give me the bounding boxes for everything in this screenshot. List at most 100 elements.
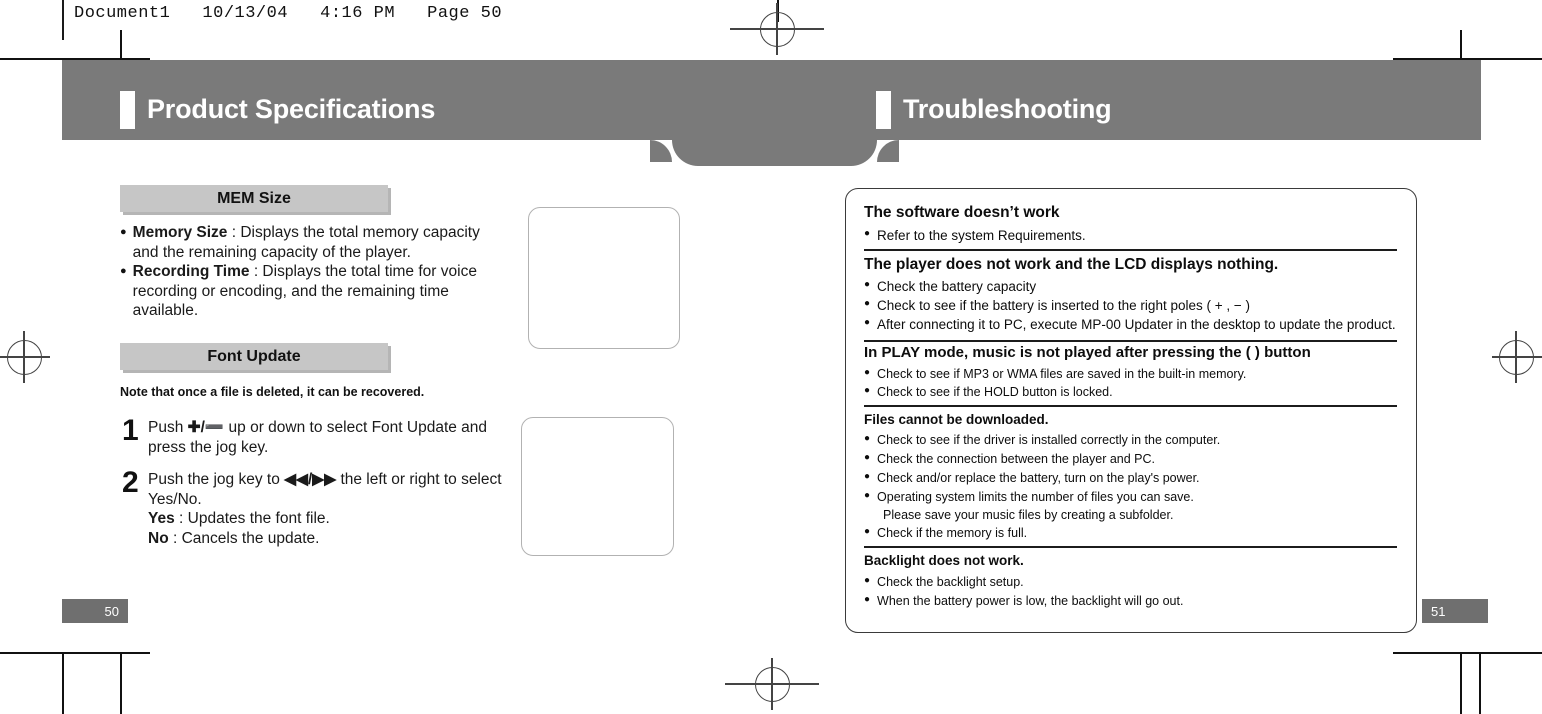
banner-fillet-right (877, 140, 899, 162)
section-header-mem-size: MEM Size (120, 185, 388, 212)
page-number-left: 50 (62, 599, 128, 623)
step-2-body: Push the jog key to ◀◀/▶▶ the left or ri… (148, 470, 506, 548)
ts-item-files-3: ● Operating system limits the number of … (864, 490, 1194, 504)
option-yes-label: Yes (148, 510, 175, 527)
left-title-accent-bar (120, 91, 135, 129)
ts-item-play-1: ● Check to see if the HOLD button is loc… (864, 385, 1113, 399)
ts-item-text: Refer to the system Requirements. (877, 228, 1086, 243)
step-2-option-no: No : Cancels the update. (148, 529, 506, 549)
ts-item-files-0: ● Check to see if the driver is installe… (864, 433, 1220, 447)
registration-mark-left (0, 331, 50, 383)
chapter-banner-tab (672, 140, 877, 166)
ts-item-player-1: ● Check to see if the battery is inserte… (864, 298, 1250, 313)
bullet-dot-icon: ● (864, 490, 871, 501)
ts-item-text: Check to see if the HOLD button is locke… (877, 385, 1113, 399)
bullet-dot-icon: ● (864, 594, 871, 605)
bullet-recording-time: ● Recording Time : Displays the total ti… (120, 262, 492, 321)
option-no-text: : Cancels the update. (168, 529, 320, 547)
ts-item-files-2: ● Check and/or replace the battery, turn… (864, 471, 1200, 485)
registration-mark-right (1492, 331, 1542, 383)
ts-item-text: Check to see if the driver is installed … (877, 433, 1221, 447)
right-page-title: Troubleshooting (903, 94, 1112, 124)
bullet-dot-icon: ● (120, 265, 127, 277)
step-1-number: 1 (122, 414, 139, 447)
ts-item-text: Check to see if the battery is inserted … (877, 298, 1250, 313)
bullet-dot-icon: ● (864, 228, 871, 239)
registration-mark-top (730, 3, 824, 55)
ts-heading-player-lcd: The player does not work and the LCD dis… (864, 256, 1279, 273)
ts-item-text: Check the battery capacity (877, 279, 1037, 294)
page-number-left-label: 50 (104, 603, 119, 619)
plus-minus-key-icon: ✚/➖ (187, 419, 225, 436)
proof-header-divider (62, 0, 64, 40)
section-header-font-update: Font Update (120, 343, 388, 370)
ts-item-files-4-continuation: Please save your music files by creating… (883, 508, 1173, 522)
ts-heading-software: The software doesn’t work (864, 204, 1060, 221)
ts-heading-files-download: Files cannot be downloaded. (864, 412, 1049, 427)
ts-item-play-0: ● Check to see if MP3 or WMA files are s… (864, 367, 1246, 381)
step-1-pre: Push (148, 419, 188, 436)
page-edge-bottom-left-v (62, 654, 64, 714)
ts-divider-2 (864, 340, 1397, 342)
ts-item-software-0: ● Refer to the system Requirements. (864, 228, 1086, 243)
bullet-dot-icon: ● (864, 385, 871, 396)
crop-mark-bottom-left-v (120, 654, 122, 714)
bullet-dot-icon: ● (864, 433, 871, 444)
step-2: 2 Push the jog key to ◀◀/▶▶ the left or … (122, 466, 506, 548)
bullet-memory-size: ● Memory Size : Displays the total memor… (120, 223, 492, 262)
bullet-dot-icon: ● (120, 226, 127, 238)
ts-item-text: Please save your music files by creating… (883, 508, 1174, 522)
step-1: 1 Push ✚/➖ up or down to select Font Upd… (122, 414, 502, 457)
mem-size-bullets: ● Memory Size : Displays the total memor… (120, 223, 492, 321)
bullet-dot-icon: ● (864, 367, 871, 378)
mem-size-screen-placeholder (528, 207, 680, 349)
ts-heading-backlight: Backlight does not work. (864, 553, 1024, 568)
bullet-recording-time-term: Recording Time (132, 263, 250, 280)
ts-item-text: Check the backlight setup. (877, 575, 1024, 589)
ts-item-files-5: ● Check if the memory is full. (864, 526, 1027, 540)
rewind-forward-key-icon: ◀◀/▶▶ (284, 471, 337, 488)
ts-item-player-0: ● Check the battery capacity (864, 279, 1036, 294)
ts-item-text: Operating system limits the number of fi… (877, 490, 1194, 504)
font-update-screen-placeholder (521, 417, 674, 556)
step-2-option-yes: Yes : Updates the font file. (148, 509, 506, 529)
ts-item-player-2: ● After connecting it to PC, execute MP-… (864, 317, 1396, 332)
crop-mark-top-right-v (1460, 30, 1462, 58)
section-header-font-update-label: Font Update (207, 347, 301, 365)
crop-mark-bottom-left-h (0, 652, 150, 654)
ts-divider-1 (864, 249, 1397, 251)
section-header-mem-size-label: MEM Size (217, 189, 291, 207)
crop-mark-top-left-v (120, 30, 122, 58)
ts-item-text: Check to see if MP3 or WMA files are sav… (877, 367, 1247, 381)
ts-item-backlight-1: ● When the battery power is low, the bac… (864, 594, 1183, 608)
page-edge-bottom-right-v (1479, 654, 1481, 714)
ts-divider-3 (864, 405, 1397, 407)
ts-divider-4 (864, 546, 1397, 548)
ts-heading-play-mode: In PLAY mode, music is not played after … (864, 344, 1311, 361)
font-update-note: Note that once a file is deleted, it can… (120, 385, 425, 399)
crop-mark-bottom-right-h (1393, 652, 1542, 654)
step-2-pre: Push the jog key to (148, 471, 285, 488)
bullet-memory-size-term: Memory Size (132, 224, 228, 241)
ts-item-backlight-0: ● Check the backlight setup. (864, 575, 1024, 589)
ts-item-text: Check if the memory is full. (877, 526, 1028, 540)
page-number-right: 51 (1422, 599, 1488, 623)
crop-mark-bottom-right-v (1460, 654, 1462, 714)
bullet-dot-icon: ● (864, 317, 871, 328)
option-no-label: No (148, 529, 169, 547)
bullet-dot-icon: ● (864, 526, 871, 537)
ts-item-text: Check and/or replace the battery, turn o… (877, 471, 1200, 485)
bullet-dot-icon: ● (864, 279, 871, 290)
ts-item-files-1: ● Check the connection between the playe… (864, 452, 1155, 466)
left-page-title: Product Specifications (147, 94, 436, 124)
banner-fillet-left (650, 140, 672, 162)
step-1-body: Push ✚/➖ up or down to select Font Updat… (148, 418, 502, 457)
bullet-dot-icon: ● (864, 452, 871, 463)
ts-item-text: When the battery power is low, the backl… (877, 594, 1184, 608)
bullet-dot-icon: ● (864, 471, 871, 482)
option-yes-text: : Updates the font file. (174, 510, 330, 527)
registration-mark-bottom (725, 658, 819, 710)
page-number-right-label: 51 (1431, 603, 1446, 619)
step-2-number: 2 (122, 466, 139, 499)
right-title-accent-bar (876, 91, 891, 129)
